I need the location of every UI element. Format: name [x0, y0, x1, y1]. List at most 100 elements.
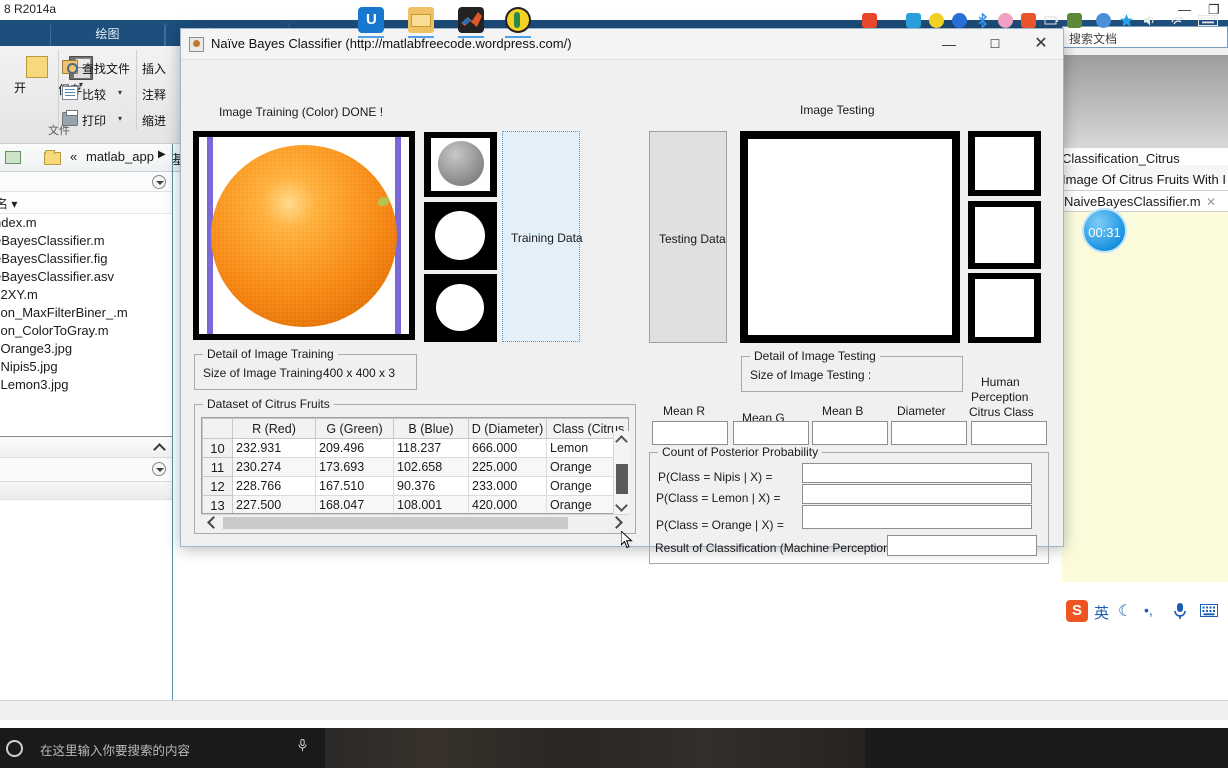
hscrollbar-thumb[interactable]: [223, 517, 568, 529]
list-item[interactable]: eBayesClassifier.fig: [0, 250, 172, 268]
sogou-logo-icon[interactable]: S: [1066, 600, 1088, 622]
panel-options-icon[interactable]: [152, 175, 166, 189]
scroll-right-icon[interactable]: [610, 516, 623, 529]
dialog-maximize-button[interactable]: ☐: [972, 29, 1018, 59]
training-thumb-gray[interactable]: [424, 132, 497, 197]
training-image-main[interactable]: [193, 131, 415, 340]
find-file-button[interactable]: 查找文件: [82, 60, 130, 77]
list-item[interactable]: eBayesClassifier.m: [0, 232, 172, 250]
tray-sogou-browser-icon[interactable]: [929, 13, 944, 28]
tray-volume-icon[interactable]: [1142, 13, 1157, 28]
col-header-r[interactable]: R (Red): [232, 418, 316, 439]
scrollbar-thumb[interactable]: [616, 464, 628, 494]
chevron-up-icon[interactable]: [153, 443, 166, 456]
scroll-up-icon[interactable]: [615, 435, 628, 448]
editor-code-area[interactable]: [1062, 212, 1228, 582]
dialog-minimize-button[interactable]: —: [926, 29, 972, 59]
cell-r[interactable]: 228.766: [232, 476, 316, 496]
cell-b[interactable]: 102.658: [393, 457, 469, 477]
print-dropdown-caret[interactable]: ▾: [118, 114, 122, 123]
list-item[interactable]: eBayesClassifier.asv: [0, 268, 172, 286]
dialog-close-button[interactable]: ✕: [1018, 29, 1064, 59]
tray-sogou-input-icon[interactable]: [862, 13, 877, 28]
cell-b[interactable]: 118.237: [393, 438, 469, 458]
doc-link-image-citrus[interactable]: Image Of Citrus Fruits With I: [1062, 172, 1226, 187]
testing-thumb-1[interactable]: [968, 131, 1041, 196]
list-item[interactable]: x2XY.m: [0, 286, 172, 304]
posterior-orange-field[interactable]: [802, 505, 1032, 529]
tray-pc-manager-icon[interactable]: [906, 13, 921, 28]
testing-image-main[interactable]: [740, 131, 960, 343]
testing-data-panel[interactable]: Testing Data: [649, 131, 727, 343]
mic-icon[interactable]: [1172, 602, 1188, 620]
cell-r[interactable]: 230.274: [232, 457, 316, 477]
tray-shield-icon[interactable]: [952, 13, 967, 28]
table-horizontal-scrollbar[interactable]: [201, 514, 629, 531]
tray-bluetooth-icon[interactable]: [975, 13, 990, 28]
cell-g[interactable]: 173.693: [315, 457, 394, 477]
diameter-field[interactable]: [891, 421, 967, 445]
details-options-icon[interactable]: [152, 462, 166, 476]
scroll-down-icon[interactable]: [615, 499, 628, 512]
tray-flower-icon[interactable]: [998, 13, 1013, 28]
file-panel-details-bar[interactable]: [0, 458, 172, 482]
breadcrumb-matlab-app[interactable]: matlab_app: [86, 149, 154, 164]
table-row[interactable]: 13 227.500 168.047 108.001 420.000 Orang…: [202, 495, 628, 513]
mean-r-field[interactable]: [652, 421, 728, 445]
training-thumb-binary-2[interactable]: [424, 274, 497, 342]
table-vertical-scrollbar[interactable]: [613, 431, 629, 514]
taskbar-app-utorrent[interactable]: U: [358, 7, 384, 33]
list-item[interactable]: sLemon3.jpg: [0, 376, 172, 394]
table-row[interactable]: 11 230.274 173.693 102.658 225.000 Orang…: [202, 457, 628, 477]
list-item[interactable]: sOrange3.jpg: [0, 340, 172, 358]
tray-chrome-icon[interactable]: [1096, 13, 1111, 28]
compare-dropdown-caret[interactable]: ▾: [118, 88, 122, 97]
training-thumb-binary-1[interactable]: [424, 202, 497, 270]
dataset-table[interactable]: R (Red) G (Green) B (Blue) D (Diameter) …: [201, 417, 629, 514]
testing-thumb-3[interactable]: [968, 273, 1041, 343]
list-item[interactable]: tion_ColorToGray.m: [0, 322, 172, 340]
mean-b-field[interactable]: [812, 421, 888, 445]
open-button[interactable]: 开: [14, 56, 60, 95]
cell-d[interactable]: 233.000: [468, 476, 547, 496]
scroll-left-icon[interactable]: [207, 516, 220, 529]
result-classification-field[interactable]: [887, 535, 1037, 556]
cell-d[interactable]: 225.000: [468, 457, 547, 477]
sogou-ime-bar[interactable]: S 英 ☾ •,: [1062, 600, 1228, 628]
list-item[interactable]: ndex.m: [0, 214, 172, 232]
cell-r[interactable]: 232.931: [232, 438, 316, 458]
annotate-button[interactable]: 注释: [142, 86, 166, 103]
col-header-b[interactable]: B (Blue): [393, 418, 469, 439]
indent-button[interactable]: 缩进: [142, 112, 166, 129]
col-header-g[interactable]: G (Green): [315, 418, 394, 439]
tray-network-alert-icon[interactable]: [1067, 13, 1082, 28]
cortana-icon[interactable]: [6, 740, 23, 757]
file-panel-sort-row[interactable]: 名 ▾: [0, 192, 172, 214]
editor-tab-naivebayes[interactable]: NaiveBayesClassifier.m ✕: [1062, 190, 1228, 212]
list-item[interactable]: sNipis5.jpg: [0, 358, 172, 376]
print-button[interactable]: 打印: [82, 112, 106, 129]
file-panel-collapse-bar[interactable]: [0, 436, 172, 458]
docs-search-input[interactable]: 搜索文档: [1062, 26, 1228, 48]
list-item[interactable]: tion_MaxFilterBiner_.m: [0, 304, 172, 322]
file-list[interactable]: ndex.m eBayesClassifier.m eBayesClassifi…: [0, 214, 172, 426]
posterior-nipis-field[interactable]: [802, 463, 1032, 483]
doc-link-classification[interactable]: Classification_Citrus: [1062, 151, 1180, 166]
ribbon-tab-plots[interactable]: 绘图: [50, 22, 165, 46]
training-data-panel[interactable]: Training Data: [502, 131, 583, 342]
punctuation-icon[interactable]: •,: [1144, 602, 1153, 618]
table-row[interactable]: 10 232.931 209.496 118.237 666.000 Lemon: [202, 438, 628, 458]
close-icon[interactable]: ✕: [1206, 195, 1216, 209]
human-perception-field[interactable]: [971, 421, 1047, 445]
cell-b[interactable]: 108.001: [393, 495, 469, 513]
insert-button[interactable]: 插入: [142, 60, 166, 77]
cell-r[interactable]: 227.500: [232, 495, 316, 513]
cell-g[interactable]: 209.496: [315, 438, 394, 458]
tray-flag-icon[interactable]: [1021, 13, 1036, 28]
taskbar-app-sogou-browser[interactable]: [505, 7, 531, 33]
keyboard-icon[interactable]: [1200, 604, 1218, 617]
dialog-titlebar[interactable]: Naïve Bayes Classifier (http://matlabfre…: [181, 29, 1063, 60]
tray-battery-icon[interactable]: [1044, 13, 1059, 28]
taskbar-search-placeholder[interactable]: 在这里输入你要搜索的内容: [40, 740, 190, 759]
cell-g[interactable]: 168.047: [315, 495, 394, 513]
